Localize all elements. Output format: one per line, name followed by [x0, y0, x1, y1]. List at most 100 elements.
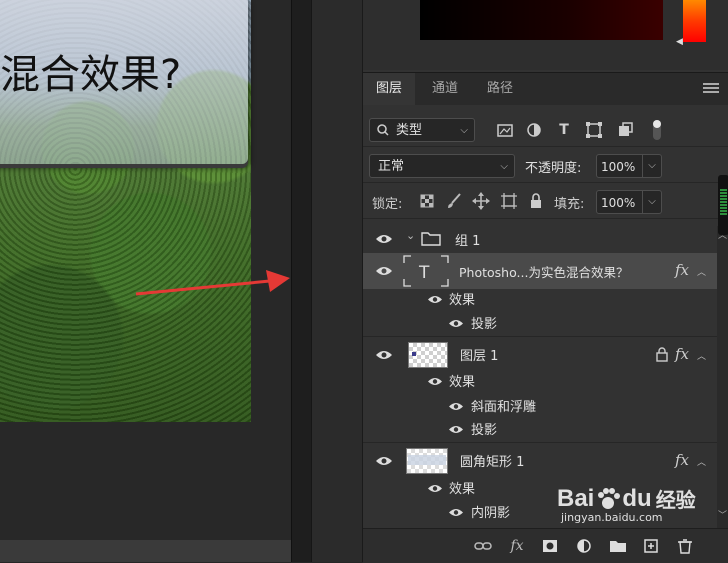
add-mask-icon[interactable]: [540, 537, 560, 555]
layer-row-group[interactable]: ⌄ 组 1: [363, 226, 717, 252]
canvas-horizontal-scrollbar[interactable]: [0, 540, 291, 562]
hue-slider[interactable]: [683, 0, 706, 42]
effect-row-drop-shadow[interactable]: 投影: [363, 312, 717, 334]
folder-icon: [421, 231, 441, 250]
lock-all-icon[interactable]: [525, 190, 547, 212]
tab-layers[interactable]: 图层: [363, 73, 416, 105]
effect-name: 投影: [471, 423, 498, 438]
layer-row-layer1[interactable]: 图层 1 fx ︿: [363, 337, 717, 373]
chevron-down-icon: ⌵: [500, 161, 508, 172]
lock-transparent-pixels-icon[interactable]: [416, 190, 438, 212]
visibility-eye-icon[interactable]: [427, 483, 445, 495]
fill-value: 100%: [601, 196, 636, 210]
effect-name: 斜面和浮雕: [471, 400, 537, 415]
visibility-eye-icon[interactable]: [375, 455, 393, 467]
link-layers-icon[interactable]: [473, 537, 493, 555]
panel-collapse-handle[interactable]: [718, 175, 728, 235]
filter-toggle-switch[interactable]: [651, 118, 663, 142]
visibility-eye-icon[interactable]: [375, 233, 393, 245]
effect-row-drop-shadow[interactable]: 投影: [363, 418, 717, 440]
effect-row-bevel-emboss[interactable]: 斜面和浮雕: [363, 395, 717, 417]
blend-mode-value: 正常: [378, 159, 405, 174]
effects-row[interactable]: 效果: [363, 289, 717, 311]
watermark-jingyan: 经验: [655, 490, 696, 512]
opacity-value: 100%: [601, 160, 636, 174]
layer-row-rounded-rect[interactable]: 圆角矩形 1 fx ︿: [363, 443, 717, 479]
fx-icon[interactable]: fx: [675, 345, 689, 363]
collapse-effects-chevron-icon[interactable]: ︿: [697, 265, 706, 278]
panel-dock-gutter: [311, 0, 363, 562]
layers-list: ⌄ 组 1 T Photosho...为实色混合效果？ fx ︿ 效果 投影 图…: [363, 226, 717, 528]
filter-adjustment-icon[interactable]: [523, 119, 545, 141]
opacity-input[interactable]: 100% ⌵: [596, 154, 662, 178]
filter-kind-label: 类型: [396, 123, 423, 138]
lock-position-move-icon[interactable]: [470, 190, 492, 212]
visibility-eye-icon[interactable]: [448, 424, 466, 436]
opacity-label: 不透明度:: [525, 161, 582, 176]
hue-marker-icon[interactable]: ◀: [676, 37, 683, 47]
new-layer-icon[interactable]: [641, 537, 661, 555]
svg-text:T: T: [418, 263, 430, 283]
lock-icon: [655, 346, 669, 366]
filter-smart-object-icon[interactable]: [614, 119, 636, 141]
color-picker-panel: ◀: [363, 0, 728, 70]
effect-name: 内阴影: [471, 506, 511, 521]
effects-label: 效果: [449, 293, 476, 308]
filter-shape-icon[interactable]: [583, 119, 605, 141]
layers-panel: ◀ 图层 通道 路径 类型 ⌵ T 正常 ⌵ 不透明度: 100% ⌵ 锁定: …: [362, 0, 728, 563]
lock-image-pixels-brush-icon[interactable]: [443, 190, 465, 212]
canvas-title-text: 混合效果?: [0, 52, 182, 98]
search-icon: [376, 119, 389, 152]
visibility-eye-icon[interactable]: [427, 294, 445, 306]
new-group-folder-icon[interactable]: [608, 537, 628, 555]
filter-type-icon[interactable]: T: [553, 119, 575, 141]
effects-row[interactable]: 效果: [363, 371, 717, 393]
blend-mode-select[interactable]: 正常 ⌵: [369, 154, 515, 178]
filter-pixel-icon[interactable]: [494, 119, 516, 141]
layer-name: Photosho...为实色混合效果？: [459, 265, 629, 280]
visibility-eye-icon[interactable]: [375, 265, 393, 277]
text-layer-thumbnail-icon: T: [403, 255, 449, 287]
effects-label: 效果: [449, 375, 476, 390]
tab-channels[interactable]: 通道: [419, 73, 471, 105]
delete-layer-trash-icon[interactable]: [675, 537, 695, 555]
color-field[interactable]: [420, 0, 663, 40]
layer1-thumbnail: [408, 342, 448, 368]
fill-input[interactable]: 100% ⌵: [596, 190, 662, 214]
collapse-effects-chevron-icon[interactable]: ︿: [697, 455, 706, 468]
fx-icon[interactable]: fx: [675, 451, 689, 469]
chevron-down-icon: ⌵: [460, 125, 468, 136]
layer-name: 组 1: [455, 234, 481, 249]
panel-menu-icon[interactable]: [703, 81, 719, 97]
new-adjustment-layer-icon[interactable]: [574, 537, 594, 555]
lock-artboard-icon[interactable]: [498, 190, 520, 212]
group-expand-chevron-icon[interactable]: ⌄: [406, 229, 415, 242]
effect-name: 投影: [471, 317, 498, 332]
layers-bottom-toolbar: fx: [363, 528, 728, 563]
collapse-effects-chevron-icon[interactable]: ︿: [697, 349, 706, 362]
watermark-brand: Bai: [557, 484, 595, 512]
add-layer-style-fx-icon[interactable]: fx: [507, 537, 527, 555]
visibility-eye-icon[interactable]: [375, 349, 393, 361]
paw-logo-icon: [598, 487, 621, 509]
layer-filter-select[interactable]: 类型 ⌵: [369, 118, 475, 142]
baidu-jingyan-watermark: Bai du 经验 jingyan.baidu.com: [557, 484, 696, 525]
visibility-eye-icon[interactable]: [448, 318, 466, 330]
rounded-rect-thumbnail: [406, 448, 448, 474]
visibility-eye-icon[interactable]: [448, 401, 466, 413]
red-arrow-annotation: [135, 270, 290, 296]
chevron-down-icon[interactable]: ⌵: [642, 155, 661, 177]
fx-icon[interactable]: fx: [675, 261, 689, 279]
tab-paths[interactable]: 路径: [474, 73, 526, 105]
layers-scrollbar[interactable]: ︿ ﹀: [717, 226, 728, 528]
visibility-eye-icon[interactable]: [427, 376, 445, 388]
document-canvas[interactable]: 混合效果?: [0, 0, 291, 540]
visibility-eye-icon[interactable]: [448, 507, 466, 519]
layer-name: 圆角矩形 1: [460, 455, 525, 470]
panel-tab-bar: 图层 通道 路径: [363, 72, 728, 105]
watermark-brand-suffix: du: [622, 484, 652, 512]
chevron-down-icon[interactable]: ⌵: [642, 191, 661, 213]
scroll-down-chevron-icon[interactable]: ﹀: [718, 508, 727, 521]
fill-label: 填充:: [554, 197, 585, 212]
layer-row-text[interactable]: T Photosho...为实色混合效果？ fx ︿: [363, 253, 717, 289]
